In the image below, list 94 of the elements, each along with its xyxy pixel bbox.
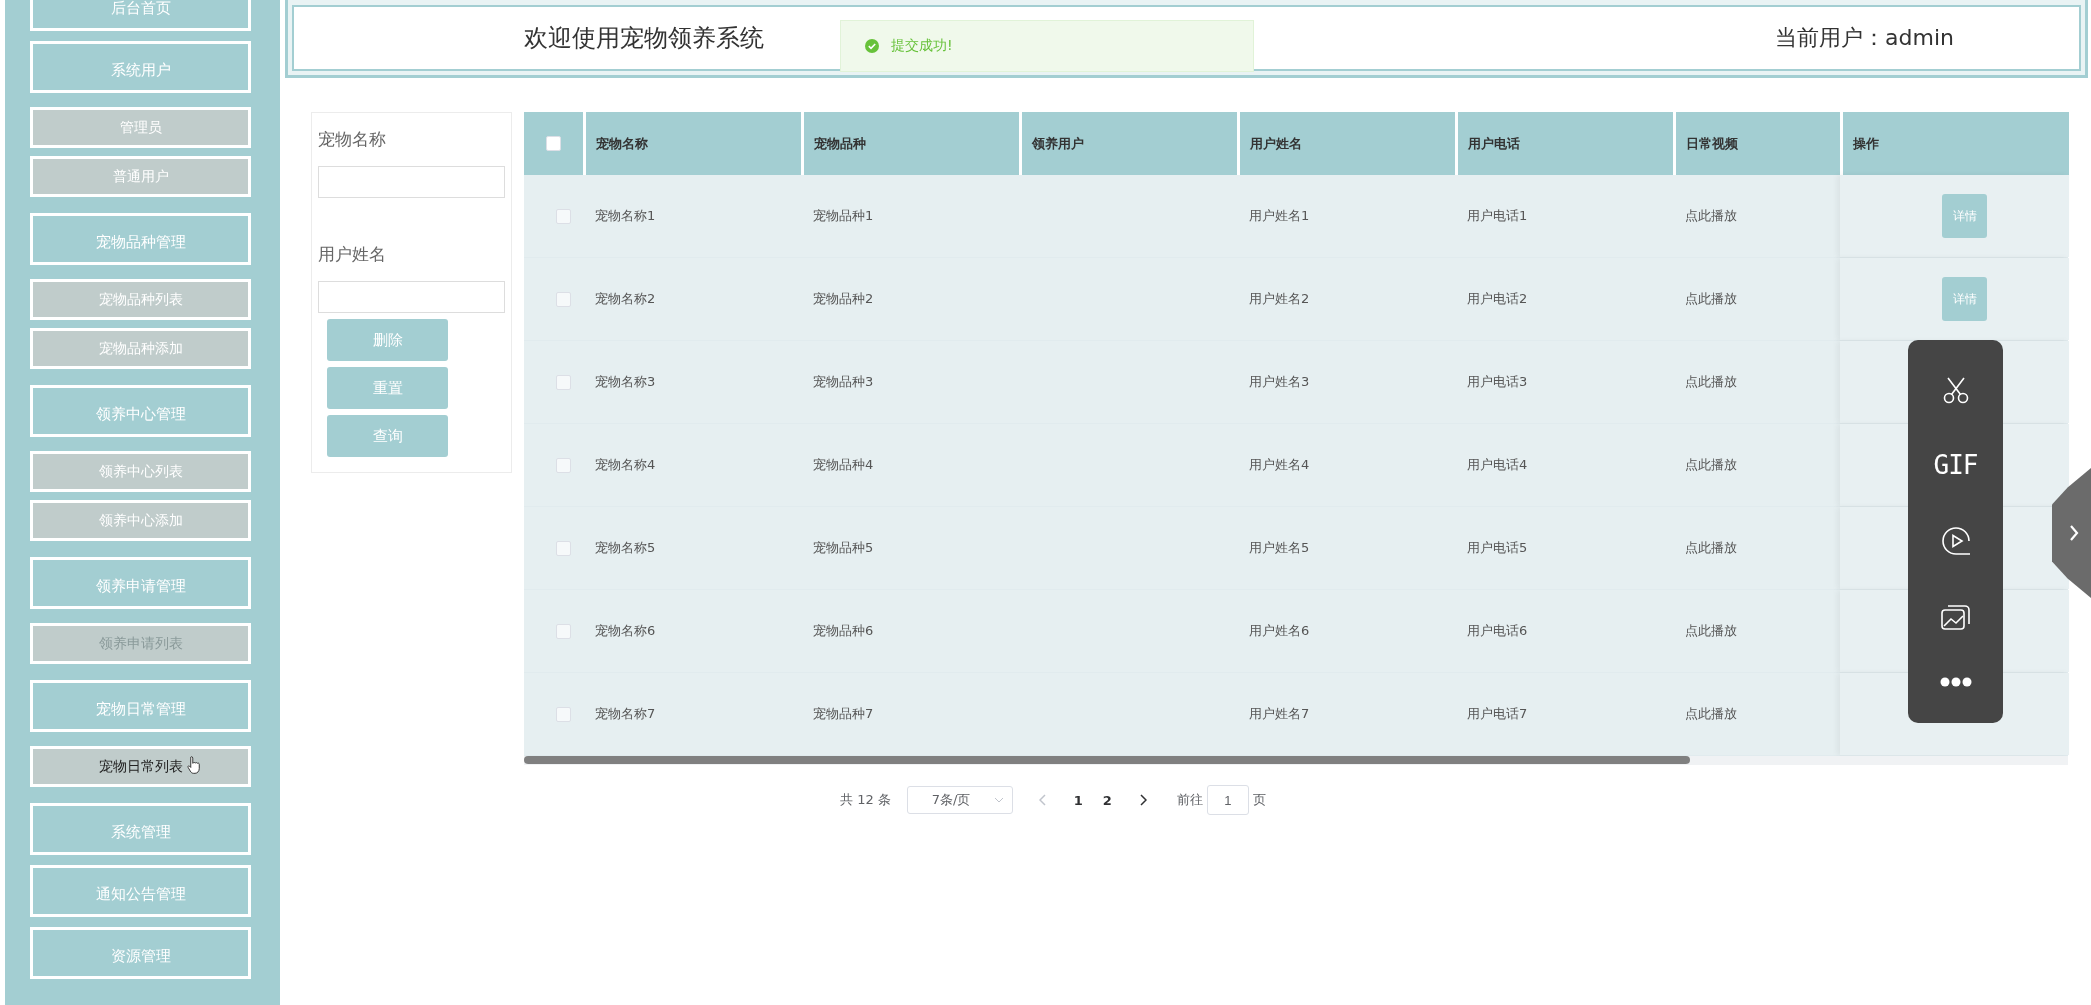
column-header: 领养用户	[1032, 134, 1084, 153]
more-icon[interactable]	[1939, 676, 1972, 687]
page-size-select[interactable]: 7条/页	[906, 786, 1013, 814]
submenu-item[interactable]: 宠物品种添加	[30, 328, 251, 369]
input-field[interactable]	[318, 166, 505, 198]
table-cell: 用户姓名2	[1249, 290, 1310, 308]
video-link[interactable]: 点此播放	[1685, 705, 1737, 723]
table-cell: 宠物名称2	[595, 290, 656, 308]
select-all-checkbox[interactable]	[546, 136, 561, 151]
menu-item[interactable]: 宠物品种管理	[30, 213, 251, 265]
scrollbar-thumb[interactable]	[524, 756, 1690, 764]
table-cell: 宠物名称4	[595, 456, 656, 474]
row-checkbox[interactable]	[556, 623, 571, 639]
row-checkbox[interactable]	[556, 208, 571, 224]
video-link[interactable]: 点此播放	[1685, 207, 1737, 225]
gif-label[interactable]: GIF	[1933, 449, 1978, 480]
table-cell: 用户姓名5	[1249, 539, 1310, 557]
video-link[interactable]: 点此播放	[1685, 290, 1737, 308]
row-checkbox[interactable]	[556, 540, 571, 556]
table-cell: 用户电话7	[1467, 705, 1528, 723]
column-header: 宠物品种	[814, 134, 866, 153]
table-cell: 用户姓名1	[1249, 207, 1310, 225]
row-checkbox[interactable]	[556, 706, 571, 722]
table-cell: 宠物名称7	[595, 705, 656, 723]
field-label: 用户姓名	[318, 243, 387, 266]
current-user: 当前用户：admin	[1775, 24, 1954, 52]
detail-button[interactable]: 详情	[1942, 277, 1987, 321]
video-link[interactable]: 点此播放	[1685, 622, 1737, 640]
video-link[interactable]: 点此播放	[1685, 373, 1737, 391]
column-header: 宠物名称	[596, 134, 648, 153]
play-circle-icon[interactable]	[1939, 524, 1972, 557]
action-button[interactable]: 重置	[327, 367, 448, 409]
submenu-item[interactable]: 领养中心添加	[30, 500, 251, 541]
table-cell: 用户电话5	[1467, 539, 1528, 557]
table-cell: 宠物品种2	[813, 290, 874, 308]
detail-button[interactable]: 详情	[1942, 194, 1987, 238]
page-suffix: 页	[1252, 791, 1266, 809]
chevron-down-icon	[993, 797, 1004, 803]
row-checkbox[interactable]	[556, 374, 571, 390]
menu-item[interactable]: 资源管理	[30, 927, 251, 979]
check-circle-icon	[865, 39, 879, 53]
column-header: 用户电话	[1468, 134, 1520, 153]
video-link[interactable]: 点此播放	[1685, 539, 1737, 557]
submenu-item[interactable]: 宠物品种列表	[30, 279, 251, 320]
table-cell: 宠物品种7	[813, 705, 874, 723]
table-cell: 用户电话2	[1467, 290, 1528, 308]
input-field[interactable]	[318, 281, 505, 313]
table-cell: 宠物品种4	[813, 456, 874, 474]
table-cell: 宠物品种1	[813, 207, 874, 225]
table-cell: 宠物品种6	[813, 622, 874, 640]
toast-text: 提交成功!	[891, 37, 953, 55]
column-header: 日常视频	[1686, 134, 1738, 153]
goto-label: 前往	[1176, 791, 1203, 809]
page-number[interactable]: 2	[1102, 792, 1112, 808]
page-title: 欢迎使用宠物领养系统	[524, 23, 764, 54]
menu-item[interactable]: 宠物日常管理	[30, 680, 251, 732]
table-cell: 用户电话4	[1467, 456, 1528, 474]
table-cell: 宠物名称3	[595, 373, 656, 391]
hand-cursor-icon	[187, 755, 201, 775]
menu-item[interactable]: 通知公告管理	[30, 865, 251, 917]
menu-item[interactable]: 领养申请管理	[30, 557, 251, 609]
table-cell: 用户姓名7	[1249, 705, 1310, 723]
table-cell: 用户电话1	[1467, 207, 1528, 225]
menu-item[interactable]: 系统管理	[30, 803, 251, 855]
table-cell: 宠物品种5	[813, 539, 874, 557]
table-cell: 宠物名称5	[595, 539, 656, 557]
table-cell: 用户姓名6	[1249, 622, 1310, 640]
chevron-right-icon[interactable]	[1139, 794, 1147, 806]
menu-item[interactable]: 系统用户	[30, 41, 251, 93]
table-cell: 宠物名称1	[595, 207, 656, 225]
row-checkbox[interactable]	[556, 457, 571, 473]
menu-item[interactable]: 领养中心管理	[30, 385, 251, 437]
menu-item[interactable]: 后台首页	[30, 0, 251, 31]
column-header: 用户姓名	[1250, 134, 1302, 153]
total-count: 共 12 条	[840, 791, 891, 809]
page-input[interactable]: 1	[1206, 785, 1249, 815]
submenu-item[interactable]: 普通用户	[30, 156, 251, 197]
page-number[interactable]: 1	[1073, 792, 1083, 808]
table-cell: 用户姓名4	[1249, 456, 1310, 474]
table-cell: 宠物品种3	[813, 373, 874, 391]
submenu-item[interactable]: 管理员	[30, 107, 251, 148]
table-cell: 宠物名称6	[595, 622, 656, 640]
field-label: 宠物名称	[318, 128, 387, 151]
submenu-item[interactable]: 领养中心列表	[30, 451, 251, 492]
action-button[interactable]: 删除	[327, 319, 448, 361]
table-cell: 用户电话3	[1467, 373, 1528, 391]
action-button[interactable]: 查询	[327, 415, 448, 457]
table-cell: 用户电话6	[1467, 622, 1528, 640]
video-link[interactable]: 点此播放	[1685, 456, 1737, 474]
row-checkbox[interactable]	[556, 291, 571, 307]
table-cell: 用户姓名3	[1249, 373, 1310, 391]
chevron-right-icon	[2068, 524, 2079, 542]
submenu-item[interactable]: 宠物日常列表	[30, 746, 251, 787]
column-header: 操作	[1853, 134, 1879, 153]
